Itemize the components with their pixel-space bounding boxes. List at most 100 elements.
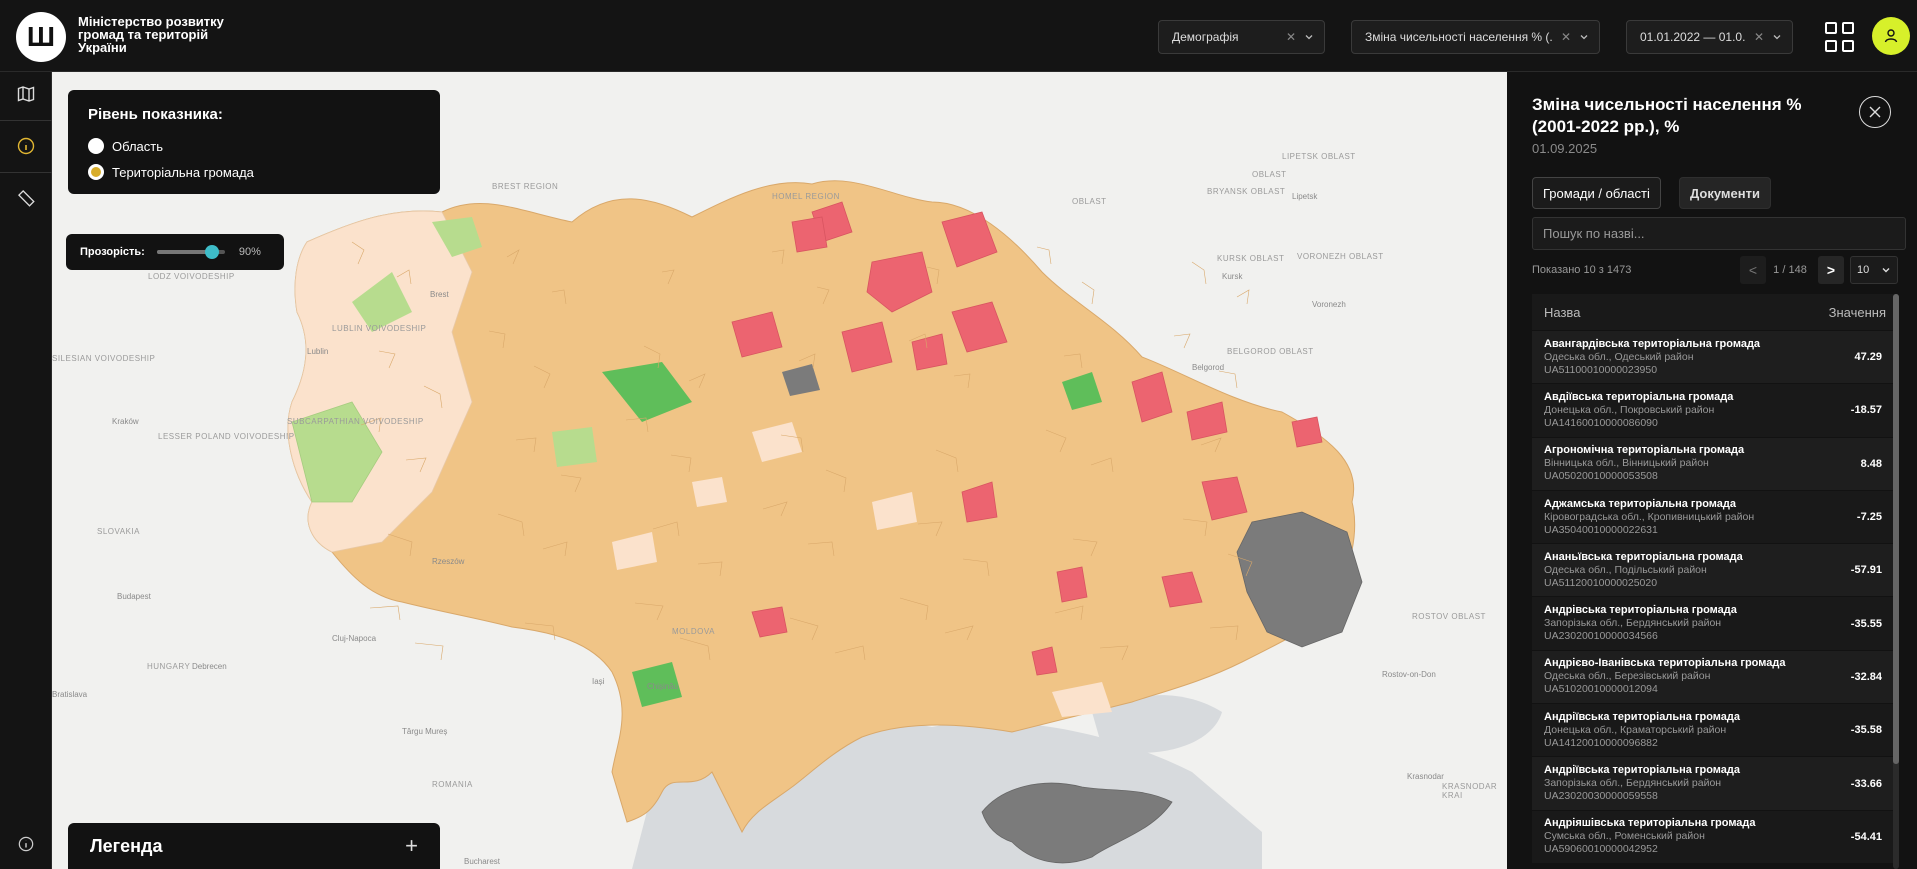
row-value: -35.58 <box>1850 724 1882 737</box>
next-page-button[interactable]: > <box>1818 256 1844 284</box>
row-text: Андріївська територіальна громада Запоріз… <box>1544 764 1740 803</box>
row-region: Вінницька обл., Вінницький район <box>1544 457 1709 470</box>
table-header: Назва Значення <box>1532 294 1898 330</box>
clear-icon[interactable]: ✕ <box>1561 30 1571 44</box>
table-row[interactable]: Авдіївська територіальна громада Донецька… <box>1532 383 1898 437</box>
row-code: UA51100010000023950 <box>1544 363 1658 376</box>
date-range-filter-value: 01.01.2022 — 01.0... <box>1640 30 1746 44</box>
row-name: Агрономічна територіальна громада <box>1544 444 1745 457</box>
map-city-label: Lipetsk <box>1292 192 1318 201</box>
category-filter[interactable]: Демографія ✕ <box>1158 20 1325 54</box>
green-region[interactable] <box>552 427 597 467</box>
apps-grid-icon[interactable] <box>1825 22 1855 52</box>
opacity-control: Прозорість: 90% <box>66 234 284 270</box>
page-size-select[interactable]: 10 <box>1850 256 1898 284</box>
table-row[interactable]: Авангардівська територіальна громада Одес… <box>1532 330 1898 384</box>
opacity-label: Прозорість: <box>80 246 145 258</box>
row-code: UA51120010000025020 <box>1544 576 1658 589</box>
tab-hromady[interactable]: Громади / області <box>1532 177 1661 209</box>
table-row[interactable]: Андріївська територіальна громада Запоріз… <box>1532 756 1898 810</box>
row-region: Одеська обл., Подільський район <box>1544 563 1707 576</box>
row-value: 8.48 <box>1860 457 1882 470</box>
legend-panel[interactable]: Легенда + <box>68 823 440 869</box>
row-value: -57.91 <box>1850 564 1882 577</box>
level-option-label: Територіальна громада <box>112 164 254 180</box>
map-region-label: BELGOROD OBLAST <box>1227 347 1314 356</box>
community-negative[interactable] <box>791 216 828 253</box>
legend-title: Легенда <box>90 835 163 856</box>
row-value: -33.66 <box>1850 777 1882 790</box>
info-icon[interactable] <box>0 124 52 168</box>
table-row[interactable]: Андріївська територіальна громада Донецьк… <box>1532 703 1898 757</box>
table-row[interactable]: Андрієво-Іванівська територіальна громад… <box>1532 649 1898 704</box>
search-field[interactable] <box>1532 217 1906 250</box>
info-icon[interactable] <box>0 822 52 866</box>
prev-page-button[interactable]: < <box>1740 256 1766 284</box>
close-button[interactable] <box>1859 96 1891 128</box>
org-name: Міністерство розвитку громад та територі… <box>78 14 224 55</box>
map-region-label: LUBLIN VOIVODESHIP <box>332 324 427 333</box>
opacity-slider-thumb[interactable] <box>205 245 220 259</box>
row-value: -32.84 <box>1850 670 1882 683</box>
table-row[interactable]: Андріяшівська територіальна громада Сумсь… <box>1532 809 1898 863</box>
row-text: Андрівська територіальна громада Запорізь… <box>1544 604 1737 643</box>
row-text: Андрієво-Іванівська територіальна громад… <box>1544 657 1785 696</box>
row-text: Аджамська територіальна громада Кіровогра… <box>1544 498 1754 537</box>
map-region-label: LIPETSK OBLAST <box>1282 152 1356 161</box>
community-negative[interactable] <box>1291 416 1323 448</box>
panel-title: Зміна чисельності населення % (2001-2022… <box>1532 95 1802 136</box>
opacity-slider[interactable] <box>156 245 225 259</box>
radio-button-selected[interactable] <box>88 164 104 180</box>
map-region-label: ROSTOV OBLAST <box>1412 612 1486 621</box>
table-row[interactable]: Андрівська територіальна громада Запорізь… <box>1532 596 1898 650</box>
map-region-label: SILESIAN VOIVODESHIP <box>52 354 156 363</box>
column-header-value[interactable]: Значення <box>1829 305 1886 320</box>
table-scrollbar[interactable] <box>1893 294 1899 869</box>
map-city-label: Kraków <box>112 417 139 426</box>
level-option-oblast[interactable]: Область <box>88 133 420 159</box>
map-city-label: Voronezh <box>1312 300 1346 309</box>
map-city-label: Chișinău <box>647 682 679 691</box>
indicator-level-title: Рівень показника: <box>88 106 223 123</box>
page-size-value: 10 <box>1857 264 1870 276</box>
date-range-filter[interactable]: 01.01.2022 — 01.0... ✕ <box>1626 20 1793 54</box>
clear-icon[interactable]: ✕ <box>1286 30 1296 44</box>
row-text: Андріївська територіальна громада Донецьк… <box>1544 711 1740 750</box>
community-negative[interactable] <box>1056 566 1088 603</box>
row-region: Кіровоградська обл., Кропивницький район <box>1544 510 1755 523</box>
clear-icon[interactable]: ✕ <box>1754 30 1764 44</box>
close-icon <box>1869 106 1881 118</box>
expand-icon[interactable]: + <box>405 833 418 859</box>
map-city-label: Budapest <box>117 592 151 601</box>
chevron-down-icon <box>1882 268 1890 273</box>
tab-documents[interactable]: Документи <box>1679 177 1771 209</box>
community-light[interactable] <box>692 477 727 507</box>
table-row[interactable]: Аджамська територіальна громада Кіровогра… <box>1532 489 1898 544</box>
map-region-label: ROMANIA <box>432 780 473 789</box>
level-option-label: Область <box>112 138 164 154</box>
level-option-hromada[interactable]: Територіальна громада <box>88 159 420 185</box>
map-icon[interactable] <box>0 72 52 116</box>
map-city-label: Târgu Mureș <box>402 727 448 736</box>
row-region: Запорізька обл., Бердянський район <box>1544 617 1722 630</box>
row-name: Авангардівська територіальна громада <box>1544 337 1761 350</box>
ruler-icon[interactable] <box>0 176 52 220</box>
chevron-down-icon <box>1580 35 1588 40</box>
row-value: 47.29 <box>1854 351 1882 364</box>
map-city-label: Bratislava <box>52 690 88 699</box>
trident-logo-icon[interactable]: Ш <box>16 12 66 62</box>
table-row[interactable]: Агрономічна територіальна громада Вінниць… <box>1532 436 1898 490</box>
map-city-label: Brest <box>430 290 449 299</box>
indicator-filter[interactable]: Зміна чисельності населення % (... ✕ <box>1351 20 1600 54</box>
row-code: UA23020030000059558 <box>1544 790 1658 803</box>
user-avatar[interactable] <box>1872 17 1910 55</box>
map-city-label: Rzeszów <box>432 557 465 566</box>
radio-button[interactable] <box>88 138 104 154</box>
search-input[interactable] <box>1543 226 1895 241</box>
row-code: UA51020010000012094 <box>1544 683 1658 696</box>
row-text: Авангардівська територіальна громада Одес… <box>1544 338 1760 377</box>
column-header-name[interactable]: Назва <box>1544 305 1580 320</box>
table-row[interactable]: Ананьївська територіальна громада Одеська… <box>1532 543 1898 597</box>
row-code: UA23020010000034566 <box>1544 630 1658 643</box>
chevron-down-icon <box>1773 35 1781 40</box>
